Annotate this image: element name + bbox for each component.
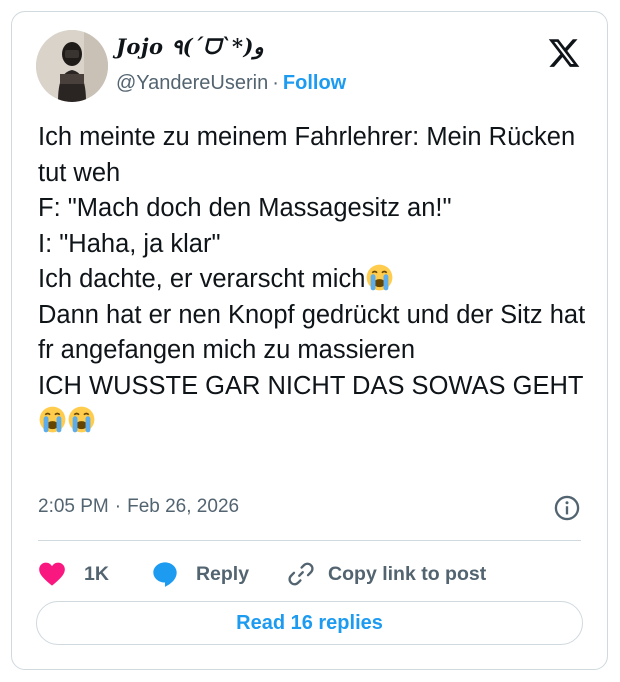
copy-link-label: Copy link to post <box>328 562 487 585</box>
separator-dot: · <box>114 496 122 517</box>
author-handle[interactable]: @YandereUserin <box>116 72 268 94</box>
loudly-crying-face-icon <box>68 406 95 433</box>
info-icon[interactable] <box>553 494 581 522</box>
heart-icon <box>39 562 65 586</box>
tweet-line: Ich dachte, er verarscht mich <box>38 265 366 293</box>
read-replies-label: Read 16 replies <box>236 611 383 634</box>
reply-label: Reply <box>195 562 250 585</box>
action-bar: 1K Reply Copy link to post <box>38 556 486 592</box>
loudly-crying-face-icon <box>39 406 66 433</box>
tweet-line: Dann hat er nen Knopf gedrückt und der S… <box>38 300 593 365</box>
author-handle-row: @YandereUserin · Follow <box>116 72 346 95</box>
like-button[interactable]: 1K <box>38 561 109 587</box>
post-time[interactable]: 2:05 PM <box>38 496 109 517</box>
follow-button[interactable]: Follow <box>283 72 346 94</box>
divider <box>38 540 581 541</box>
link-icon <box>288 562 314 586</box>
author-display-name[interactable]: Jojo ٩(ˊᗜˋ*)و <box>116 34 264 60</box>
reply-button[interactable]: Reply <box>151 560 249 588</box>
tweet-card: Jojo ٩(ˊᗜˋ*)و @YandereUserin · Follow Ich … <box>11 11 608 670</box>
reply-bubble-icon <box>153 562 177 587</box>
tweet-line: Ich meinte zu meinem Fahrlehrer: Mein Rü… <box>38 123 583 187</box>
profile-photo-icon <box>36 30 108 102</box>
timestamp-row: 2:05 PM · Feb 26, 2026 <box>38 496 239 518</box>
post-date[interactable]: Feb 26, 2026 <box>127 496 239 517</box>
read-replies-button[interactable]: Read 16 replies <box>36 601 583 645</box>
tweet-text: Ich meinte zu meinem Fahrlehrer: Mein Rü… <box>38 120 598 440</box>
separator-dot: · <box>272 72 279 94</box>
copy-link-button[interactable]: Copy link to post <box>287 560 486 588</box>
like-count: 1K <box>84 562 109 585</box>
x-logo-icon[interactable] <box>547 36 581 70</box>
tweet-line: I: "Haha, ja klar" <box>38 229 221 258</box>
loudly-crying-face-icon <box>367 264 393 291</box>
tweet-line: ICH WUSSTE GAR NICHT DAS SOWAS GEHT <box>38 371 584 400</box>
tweet-line: F: "Mach doch den Massagesitz an!" <box>38 194 452 222</box>
avatar[interactable] <box>36 30 108 102</box>
